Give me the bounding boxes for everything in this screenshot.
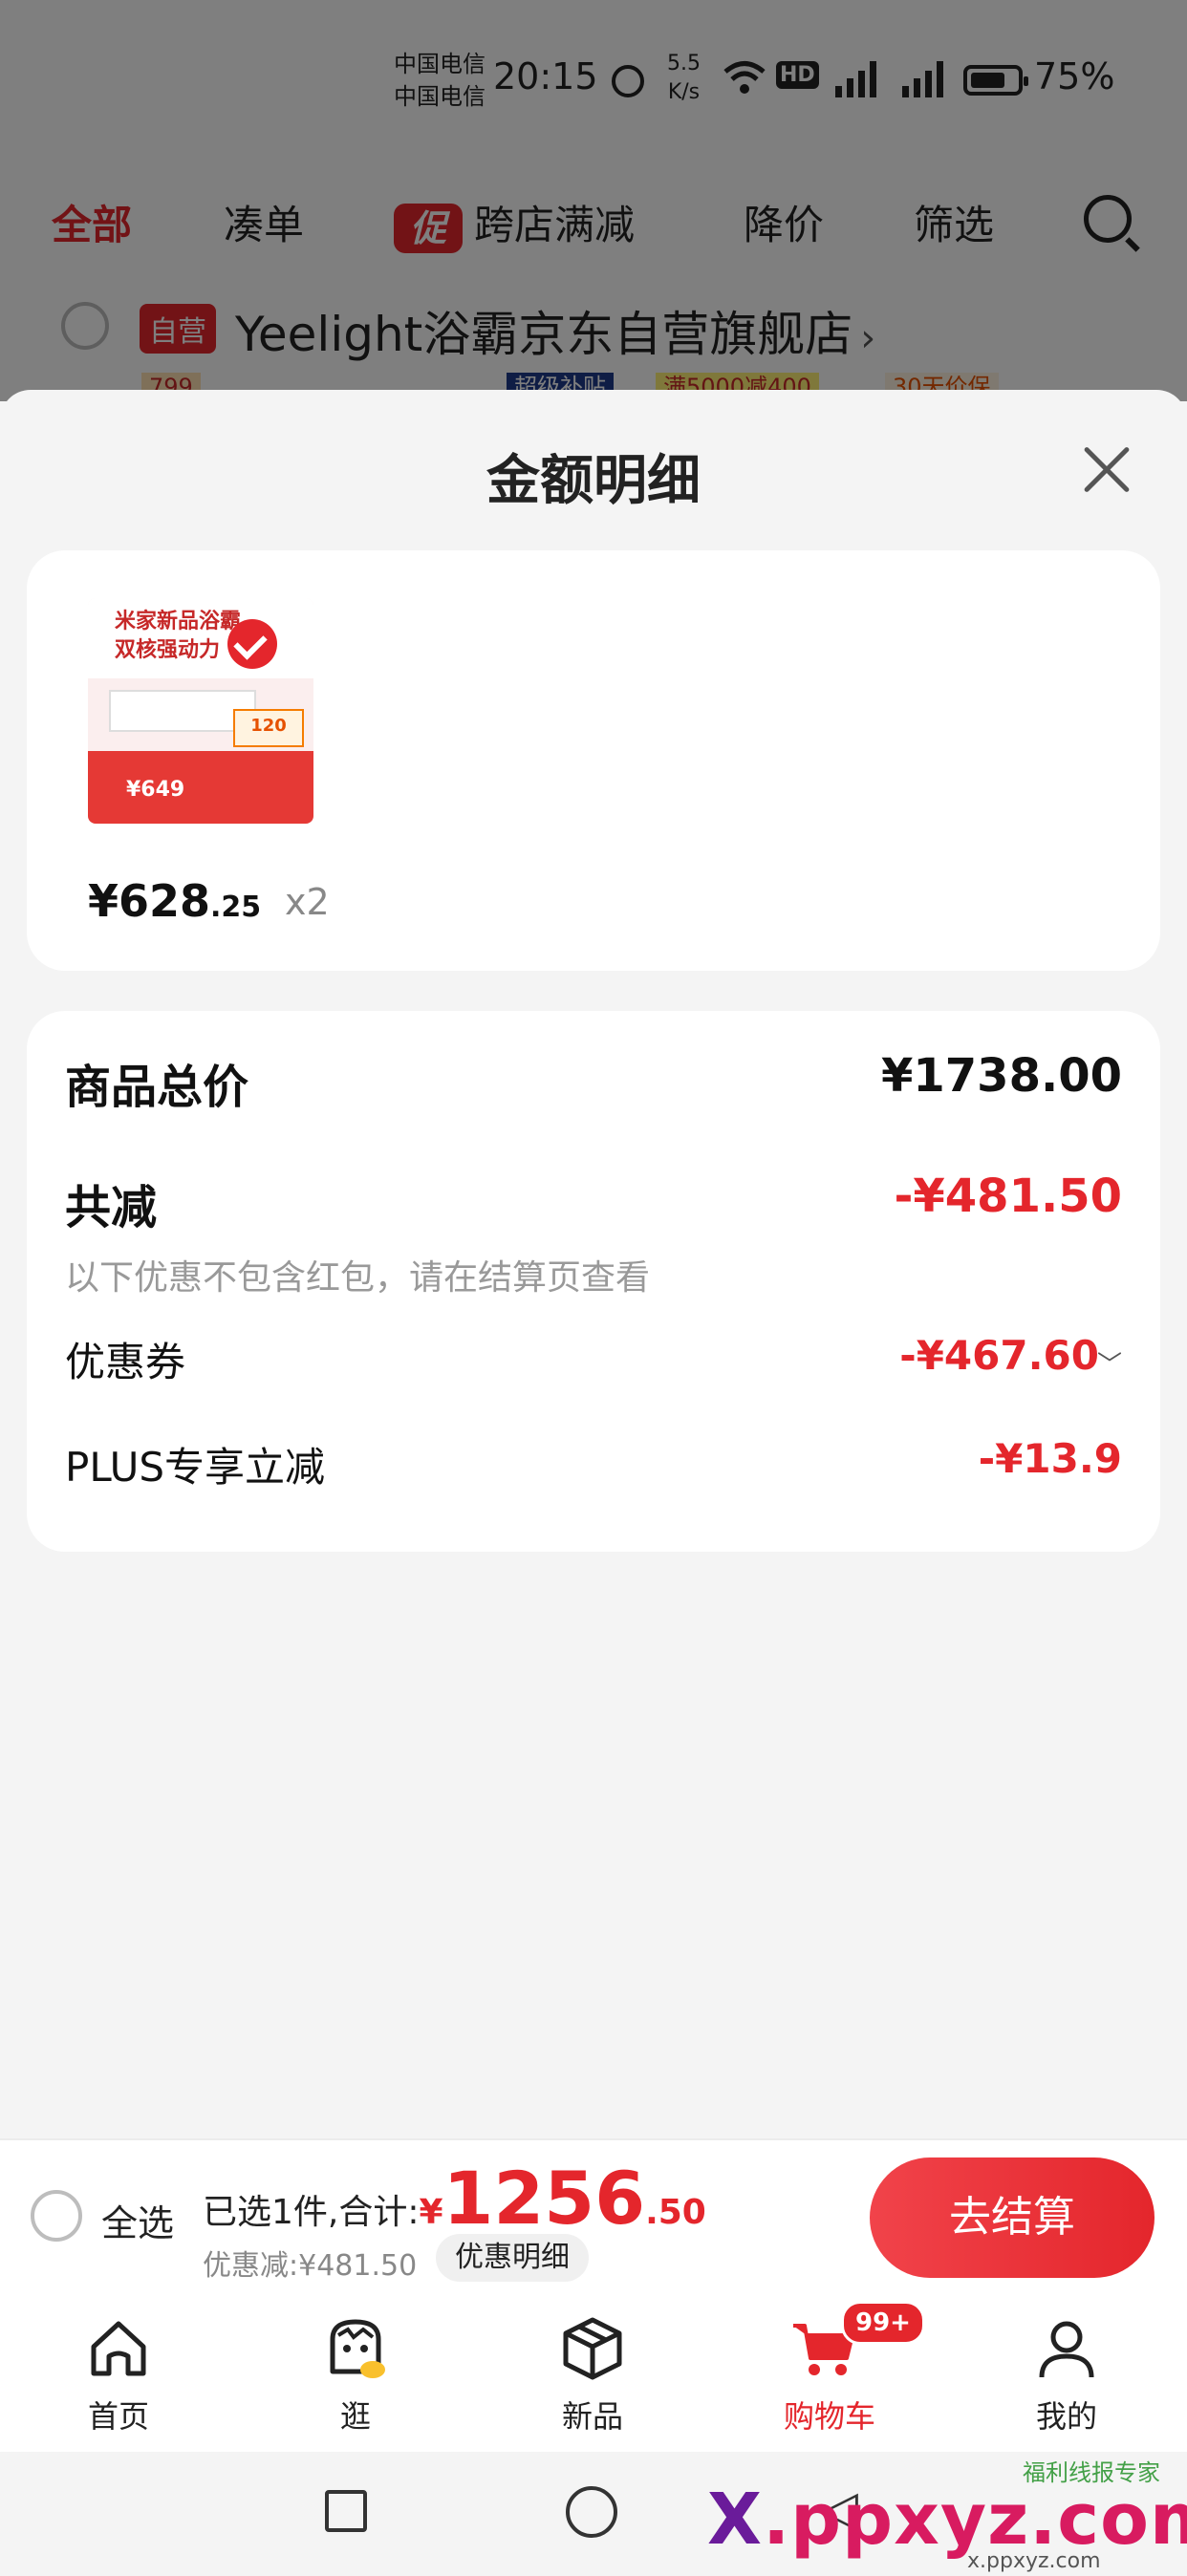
home-button-icon[interactable] [566,2486,617,2538]
tab-cart[interactable]: 99+ 购物车 [711,2295,948,2452]
thumb-price: ¥649 [126,778,185,802]
summary-currency: ¥ [419,2193,443,2232]
discount-detail-button[interactable]: 优惠明细 [436,2234,589,2282]
tab-cart-label: 购物车 [783,2398,875,2435]
product-price-main: ¥628 [88,875,211,927]
red-packet-hint: 以下优惠不包含红包，请在结算页查看 [65,1258,651,1298]
select-all-radio[interactable] [31,2190,82,2242]
tab-mine[interactable]: 我的 [948,2295,1185,2452]
watermark-url: x.ppxyz.com [967,2549,1101,2573]
watermark-logo: 福利线报专家 X.ppxyz.com x.ppxyz.com [707,2454,1187,2576]
box-icon [563,2317,622,2380]
product-price-decimal: .25 [210,891,262,924]
browse-mascot-icon [330,2319,385,2378]
plus-discount-value: -¥13.9 [978,1435,1122,1482]
cart-page-background: 中国电信 中国电信 20:15 5.5 K/s HD 75% [0,0,1187,401]
discount-summary: 优惠减:¥481.50 [203,2249,418,2283]
selected-summary: 已选1件,合计:¥1256.50 [203,2156,706,2241]
checkmark-icon [227,619,277,669]
cart-count-badge: 99+ [841,2301,925,2345]
thumb-spec-box: 120 [233,709,304,747]
home-icon [91,2321,146,2376]
price-breakdown-card: 商品总价 ¥1738.00 共减 -¥481.50 以下优惠不包含红包，请在结算… [27,1011,1160,1552]
plus-discount-label: PLUS专享立减 [65,1444,326,1491]
thumb-headline-2: 双核强动力 [115,638,221,662]
tab-home-label: 首页 [87,2398,149,2435]
select-all-label[interactable]: 全选 [101,2194,174,2246]
total-reduction-value: -¥481.50 [894,1170,1122,1223]
checkout-button[interactable]: 去结算 [870,2157,1155,2278]
summary-label: 已选1件,合计: [203,2193,420,2232]
close-icon[interactable] [1080,443,1133,497]
summary-total-int: 1256 [442,2156,646,2241]
coupon-label: 优惠券 [65,1339,186,1385]
checkout-bar: 全选 已选1件,合计:¥1256.50 优惠减:¥481.50 优惠明细 去结算 [0,2138,1187,2297]
recent-apps-icon[interactable] [325,2490,367,2532]
tab-mine-label: 我的 [1035,2398,1097,2435]
tab-home[interactable]: 首页 [0,2295,237,2452]
amount-detail-sheet: 金额明细 米家新品浴霸 双核强动力 120 ¥649 ¥628.25 x2 商品… [0,390,1187,2138]
tab-browse-label: 逛 [339,2398,371,2435]
summary-total-decimal: .50 [645,2193,706,2232]
thumb-banner [88,751,313,824]
product-quantity: x2 [285,881,330,923]
sheet-title: 金额明细 [486,450,701,512]
user-icon [1039,2321,1094,2378]
thumb-headline: 米家新品浴霸 双核强动力 [115,608,241,665]
tab-new-label: 新品 [561,2398,623,2435]
total-price-value: ¥1738.00 [880,1049,1122,1103]
overlay-dim[interactable] [0,0,1187,401]
thumb-headline-1: 米家新品浴霸 [115,610,242,633]
tab-browse[interactable]: 逛 [237,2295,474,2452]
product-image[interactable]: 米家新品浴霸 双核强动力 120 ¥649 [88,598,313,824]
product-card: 米家新品浴霸 双核强动力 120 ¥649 ¥628.25 x2 [27,550,1160,971]
total-price-label: 商品总价 [65,1061,249,1114]
tab-new[interactable]: 新品 [474,2295,711,2452]
coupon-value[interactable]: -¥467.60 [899,1332,1099,1379]
product-price: ¥628.25 [88,875,261,927]
watermark-domain: X.ppxyz.com [707,2479,1187,2561]
watermark-x: X [707,2479,764,2561]
total-reduction-label: 共减 [65,1181,158,1234]
bottom-tab-bar: 首页 逛 新品 99+ 购物车 我的 [0,2295,1187,2452]
chevron-down-icon[interactable]: ﹀ [1097,1345,1122,1381]
